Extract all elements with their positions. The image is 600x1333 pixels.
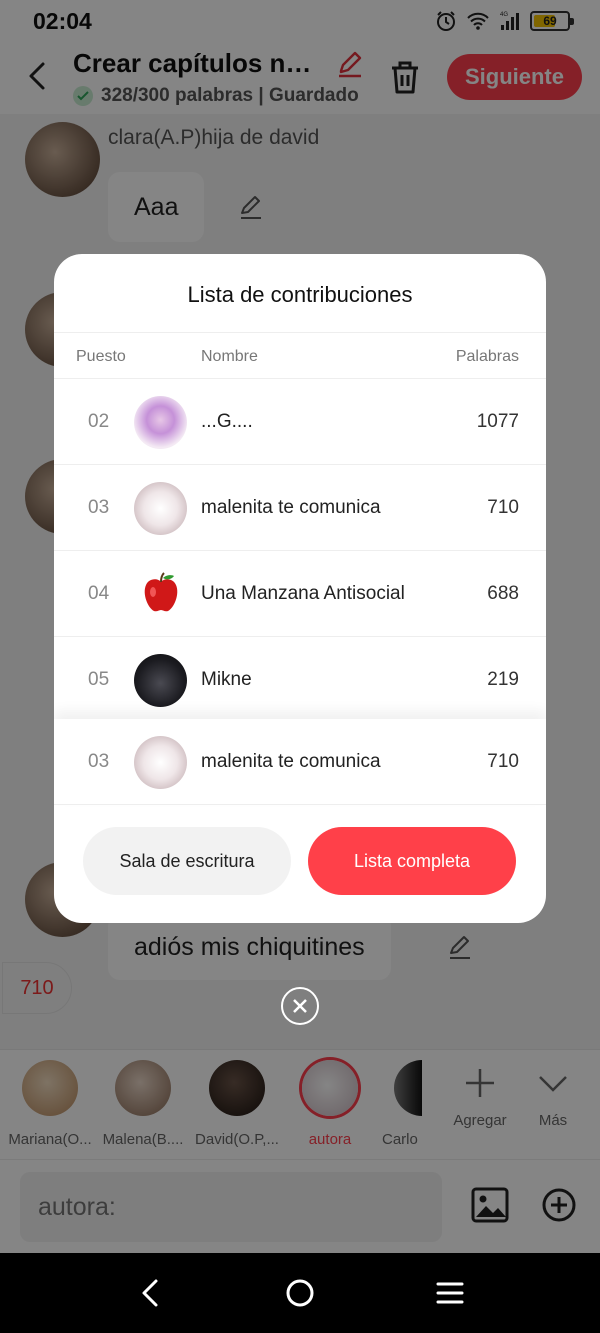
contributor-row[interactable]: 05 Mikne 219 xyxy=(54,637,546,723)
column-name: Nombre xyxy=(201,348,258,365)
full-list-button[interactable]: Lista completa xyxy=(308,827,516,895)
contributor-name: ...G.... xyxy=(201,411,253,432)
contributor-name: malenita te comunica xyxy=(201,497,381,518)
contributor-avatar xyxy=(134,654,187,707)
contributor-words: 1077 xyxy=(476,411,519,432)
contributor-words: 710 xyxy=(487,751,519,772)
home-circle-icon xyxy=(286,1279,314,1307)
writing-room-button[interactable]: Sala de escritura xyxy=(83,827,291,895)
contributor-rank: 04 xyxy=(88,583,110,604)
contributor-rank: 02 xyxy=(88,411,110,432)
divider xyxy=(54,332,546,333)
modal-title: Lista de contribuciones xyxy=(187,282,413,307)
close-modal-button[interactable] xyxy=(281,987,319,1025)
contributor-name: Mikne xyxy=(201,669,252,690)
system-back-button[interactable] xyxy=(130,1273,170,1313)
contributor-avatar xyxy=(134,396,187,449)
contributor-row[interactable]: 04 Una Manzana Antisocial 688 xyxy=(54,551,546,637)
column-rank: Puesto xyxy=(76,348,126,365)
contributor-row[interactable]: 03 malenita te comunica 710 xyxy=(54,465,546,551)
contributor-words: 219 xyxy=(487,669,519,690)
menu-icon xyxy=(436,1282,464,1304)
contributor-words: 688 xyxy=(487,583,519,604)
contributor-name: malenita te comunica xyxy=(201,751,381,772)
contributor-avatar xyxy=(134,482,187,535)
contributor-rank: 03 xyxy=(88,751,110,772)
column-words: Palabras xyxy=(455,348,519,365)
apple-icon xyxy=(144,572,178,612)
contributor-rank: 05 xyxy=(88,669,110,690)
contributor-rank: 03 xyxy=(88,497,110,518)
contributor-words: 710 xyxy=(487,497,519,518)
contributions-modal: Lista de contribuciones Puesto Nombre Pa… xyxy=(54,254,546,923)
my-contribution-row[interactable]: 03 malenita te comunica 710 xyxy=(54,719,546,805)
system-navigation-bar xyxy=(0,1253,600,1333)
system-menu-button[interactable] xyxy=(430,1273,470,1313)
close-icon xyxy=(293,999,307,1013)
back-triangle-icon xyxy=(142,1279,158,1307)
contributor-name: Una Manzana Antisocial xyxy=(201,583,405,604)
contributor-avatar xyxy=(134,568,187,621)
system-home-button[interactable] xyxy=(280,1273,320,1313)
contributor-row[interactable]: 02 ...G.... 1077 xyxy=(54,379,546,465)
contributor-avatar xyxy=(134,736,187,789)
